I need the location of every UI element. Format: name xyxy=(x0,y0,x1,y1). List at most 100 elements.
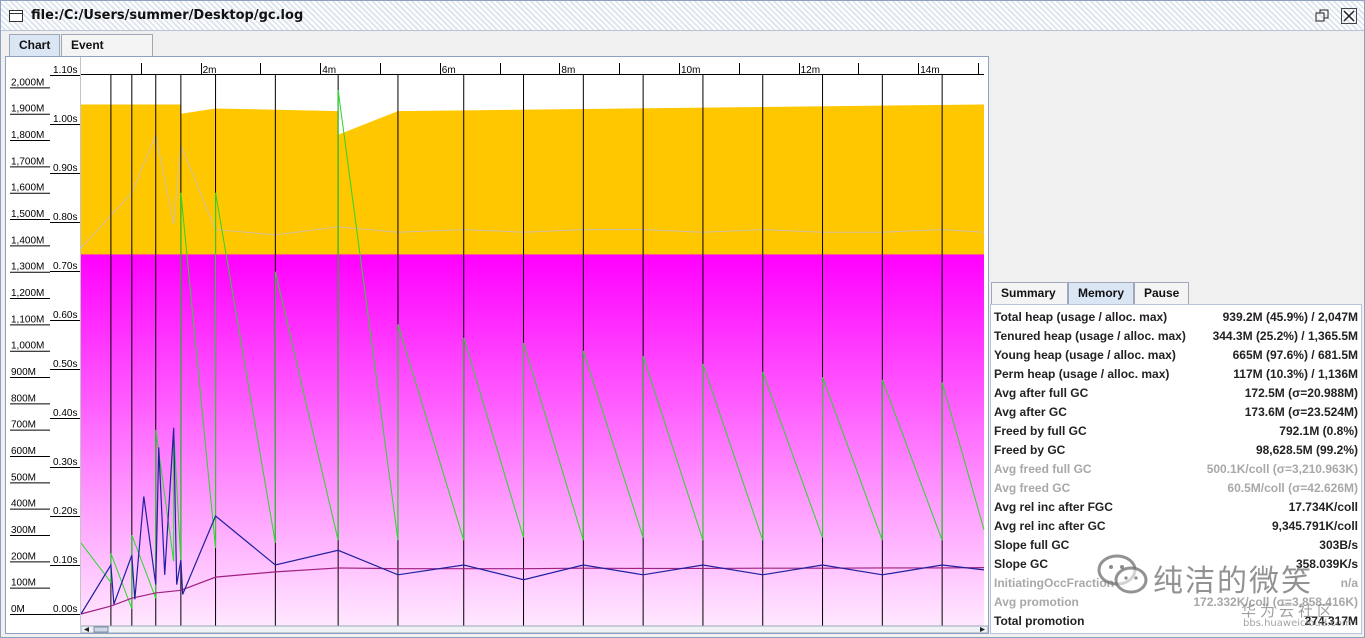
restore-icon[interactable] xyxy=(1314,8,1330,24)
memory-tick-label: 1,900M xyxy=(11,104,44,115)
memory-row-value: 172.5M (σ=20.988M) xyxy=(1244,386,1358,400)
memory-row-value: n/a xyxy=(1340,576,1358,590)
tab-pause[interactable]: Pause xyxy=(1134,282,1189,304)
memory-tick-label: 0M xyxy=(11,604,25,615)
memory-row: Avg after full GC 172.5M (σ=20.988M) xyxy=(994,384,1358,403)
memory-row-value: 665M (97.6%) / 681.5M xyxy=(1232,348,1358,362)
pause-tick-label: 0.70s xyxy=(53,261,77,272)
memory-tick-label: 100M xyxy=(11,578,36,589)
x-axis: 2m 4m 6m 8m 10m 12m 14m xyxy=(81,57,984,76)
memory-row-label: Slope full GC xyxy=(994,538,1070,552)
memory-row: Total heap (usage / alloc. max) 939.2M (4… xyxy=(994,308,1358,327)
memory-row-label: Tenured heap (usage / alloc. max) xyxy=(994,329,1186,343)
application-window: file:/C:/Users/summer/Desktop/gc.log Cha… xyxy=(0,0,1365,638)
close-icon[interactable] xyxy=(1341,8,1357,24)
memory-row-label: Avg freed GC xyxy=(994,481,1071,495)
close-glyph xyxy=(1343,10,1355,22)
memory-row: Slope full GC 303B/s xyxy=(994,536,1358,555)
memory-row: Avg promotion 172.332K/coll (σ=3,858.416K… xyxy=(994,593,1358,612)
window-icon xyxy=(9,10,23,22)
memory-tick-label: 1,100M xyxy=(11,314,44,325)
memory-row-label: Avg rel inc after GC xyxy=(994,519,1106,533)
memory-row-label: Perm heap (usage / alloc. max) xyxy=(994,367,1170,381)
pause-tick-label: 0.40s xyxy=(53,408,77,419)
memory-row-label: Avg promotion xyxy=(994,595,1079,609)
time-tick-label: 6m xyxy=(442,65,456,76)
memory-row-label: InitiatingOccFraction xyxy=(994,576,1115,590)
memory-row-value: 117M (10.3%) / 1,136M xyxy=(1233,367,1358,381)
tab-summary[interactable]: Summary xyxy=(991,282,1068,304)
memory-row-value: 303B/s xyxy=(1319,538,1358,552)
memory-row: Avg freed GC 60.5M/coll (σ=42.626M) xyxy=(994,479,1358,498)
memory-row: Freed by GC 98,628.5M (99.2%) xyxy=(994,441,1358,460)
memory-tick-label: 400M xyxy=(11,499,36,510)
pause-tick-label: 0.00s xyxy=(53,604,77,615)
memory-row-label: Total heap (usage / alloc. max) xyxy=(994,310,1168,324)
memory-row-label: Young heap (usage / alloc. max) xyxy=(994,348,1176,362)
scrollbar-track xyxy=(80,625,988,633)
memory-row: Avg rel inc after FGC 17.734K/coll xyxy=(994,498,1358,517)
memory-row-value: 17.734K/coll xyxy=(1288,500,1358,514)
gc-chart: 0M 100M 200M 300M 400M 500M 600M 700M 800M 900M 1,… xyxy=(5,56,989,634)
pause-tick-label: 0.90s xyxy=(53,163,77,174)
memory-tick-label: 200M xyxy=(11,551,36,562)
tab-chart[interactable]: Chart xyxy=(9,34,60,56)
memory-row-label: Avg after GC xyxy=(994,405,1067,419)
memory-tick-label: 1,400M xyxy=(11,235,44,246)
memory-tick-label: 600M xyxy=(11,446,36,457)
memory-row: InitiatingOccFraction n/a xyxy=(994,574,1358,593)
time-tick-label: 12m xyxy=(801,65,820,76)
memory-row-value: 500.1K/coll (σ=3,210.963K) xyxy=(1206,462,1358,476)
memory-tick-label: 1,600M xyxy=(11,183,44,194)
memory-tick-label: 1,000M xyxy=(11,341,44,352)
pause-tick-label: 0.60s xyxy=(53,310,77,321)
title-bar[interactable]: file:/C:/Users/summer/Desktop/gc.log xyxy=(1,1,1364,31)
memory-row-value: 172.332K/coll (σ=3,858.416K) xyxy=(1193,595,1358,609)
memory-row-label: Avg freed full GC xyxy=(994,462,1092,476)
y-axes: 0M 100M 200M 300M 400M 500M 600M 700M 800M 900M 1,… xyxy=(6,57,82,633)
plot-area xyxy=(80,57,985,628)
memory-tick-label: 900M xyxy=(11,367,36,378)
memory-row: Avg freed full GC 500.1K/coll (σ=3,210.96… xyxy=(994,460,1358,479)
restore-glyph xyxy=(1315,9,1329,22)
pause-tick-label: 0.20s xyxy=(53,506,77,517)
memory-tick-label: 1,300M xyxy=(11,262,44,273)
memory-panel: Total heap (usage / alloc. max) 939.2M (4… xyxy=(990,304,1362,634)
memory-tick-label: 500M xyxy=(11,472,36,483)
memory-row: Total promotion 274.317M xyxy=(994,612,1358,631)
memory-tick-label: 1,500M xyxy=(11,209,44,220)
memory-row-value: 792.1M (0.8%) xyxy=(1279,424,1358,438)
memory-row: Avg after GC 173.6M (σ=23.524M) xyxy=(994,403,1358,422)
memory-row: Avg rel inc after GC 9,345.791K/coll xyxy=(994,517,1358,536)
memory-row: Slope GC 358.039K/s xyxy=(994,555,1358,574)
window-title: file:/C:/Users/summer/Desktop/gc.log xyxy=(31,8,304,23)
memory-row-value: 274.317M xyxy=(1304,614,1358,628)
time-tick-label: 2m xyxy=(203,65,217,76)
memory-tick-label: 1,700M xyxy=(11,156,44,167)
memory-row-label: Total promotion xyxy=(994,614,1085,628)
tab-event-details[interactable]: Event details xyxy=(61,34,153,72)
memory-row-value: 939.2M (45.9%) / 2,047M xyxy=(1222,310,1358,324)
memory-row-value: 173.6M (σ=23.524M) xyxy=(1244,405,1358,419)
memory-row-label: Freed by GC xyxy=(994,443,1066,457)
time-tick-label: 10m xyxy=(681,65,700,76)
memory-row-label: Avg after full GC xyxy=(994,386,1089,400)
memory-row: Young heap (usage / alloc. max) 665M (97.… xyxy=(994,346,1358,365)
memory-row: Tenured heap (usage / alloc. max) 344.3M … xyxy=(994,327,1358,346)
tab-memory[interactable]: Memory xyxy=(1068,282,1134,304)
horizontal-scrollbar[interactable] xyxy=(80,625,988,633)
gc-chart-svg: 0M 100M 200M 300M 400M 500M 600M 700M 800M 900M 1,… xyxy=(6,57,988,633)
memory-row: Perm heap (usage / alloc. max) 117M (10.3… xyxy=(994,365,1358,384)
memory-row-label: Freed by full GC xyxy=(994,424,1087,438)
pause-tick-label: 0.30s xyxy=(53,457,77,468)
time-tick-label: 8m xyxy=(561,65,575,76)
memory-row-label: Avg rel inc after FGC xyxy=(994,500,1113,514)
pause-tick-label: 0.80s xyxy=(53,212,77,223)
tenured-generation-area xyxy=(81,254,984,626)
time-tick-label: 14m xyxy=(920,65,939,76)
memory-tick-label: 1,800M xyxy=(11,130,44,141)
scrollbar-thumb[interactable] xyxy=(93,626,109,633)
memory-row-value: 60.5M/coll (σ=42.626M) xyxy=(1227,481,1358,495)
pause-tick-label: 0.50s xyxy=(53,359,77,370)
memory-row-value: 9,345.791K/coll xyxy=(1271,519,1358,533)
